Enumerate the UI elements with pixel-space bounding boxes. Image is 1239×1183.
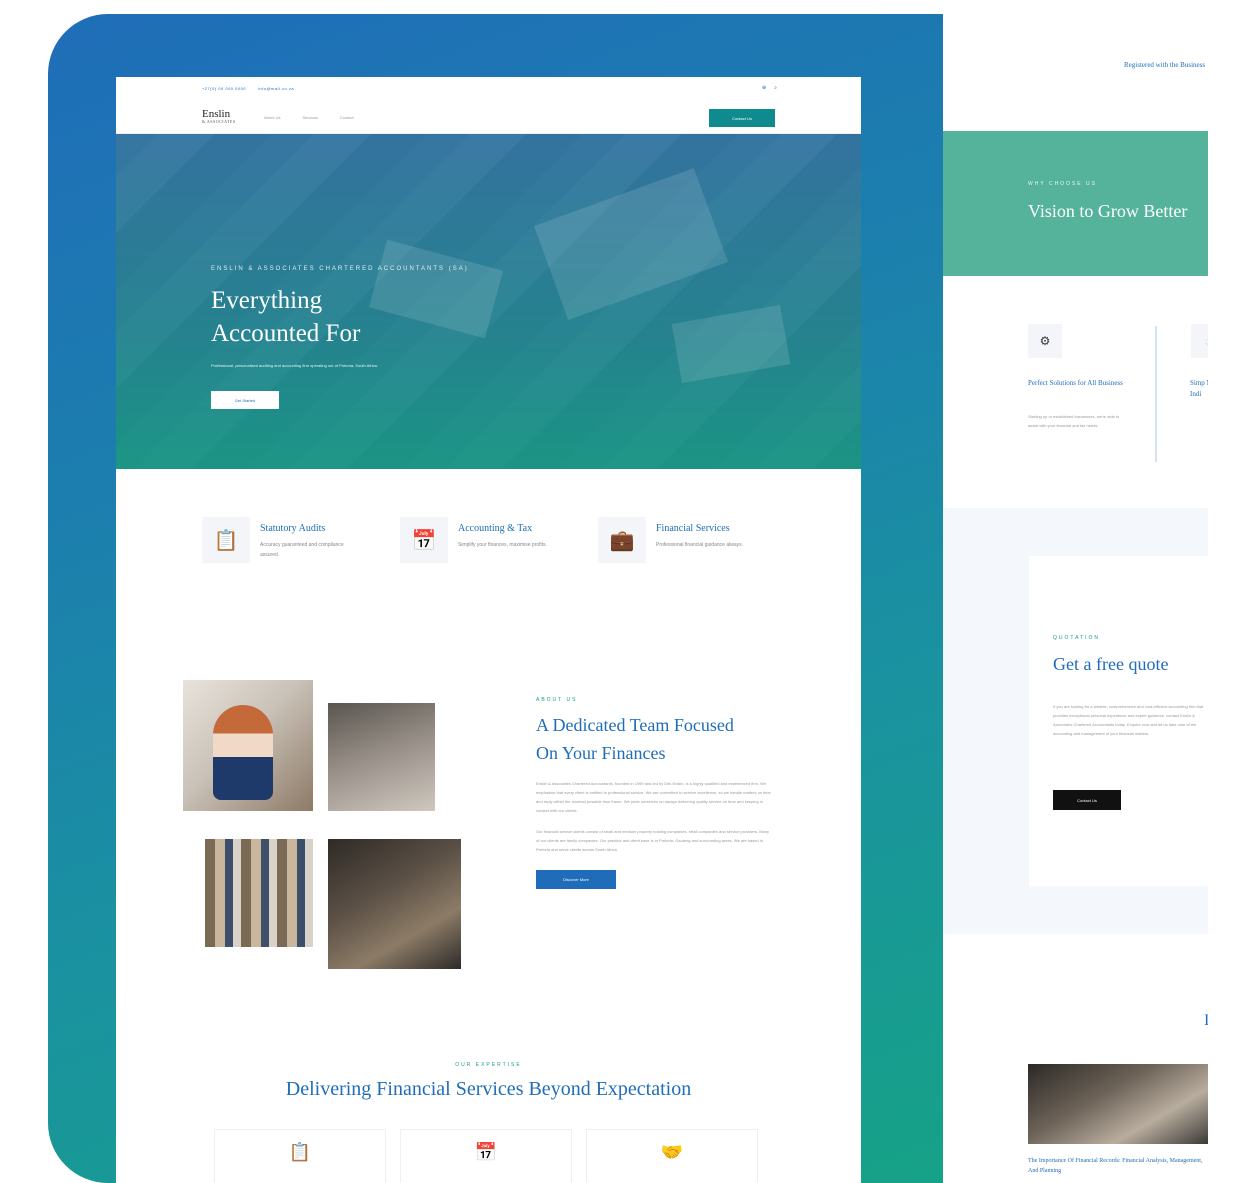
feature-desc: Simplify your finances, maximise profits… — [458, 542, 547, 548]
feature-item[interactable]: 📅 Accounting & Tax Simplify your finance… — [400, 517, 560, 563]
chart-icon: ◔ — [1191, 324, 1208, 358]
about-eyebrow: ABOUT US — [536, 697, 578, 703]
quote-contact-button[interactable]: Contact Us — [1053, 790, 1121, 810]
logo-sub: & ASSOCIATES — [202, 119, 236, 124]
briefcase-icon: 💼 — [598, 517, 646, 563]
blog-image[interactable] — [1028, 1064, 1208, 1144]
side-top: Registered with the Business — [943, 14, 1208, 131]
side-page-mockup: Registered with the Business WHY CHOOSE … — [943, 14, 1208, 1183]
about-paragraph-2: Our financial service clients consist of… — [536, 829, 769, 852]
quote-card: QUOTATION Get a free quote If you are lo… — [1029, 556, 1208, 886]
expertise-title: Delivering Financial Services Beyond Exp… — [285, 1078, 692, 1100]
why-feature-desc: Starting up or established businesses, w… — [1028, 414, 1120, 428]
blog-title[interactable]: The Importance Of Financial Records: Fin… — [1028, 1156, 1208, 1176]
expertise-card[interactable]: 📋 — [214, 1129, 386, 1183]
about-paragraph-1: Enslin & Associates Chartered Accountant… — [536, 781, 771, 813]
main-page-mockup: +27(0) 00 000 0000 info@mail.co.za ⊕ ⌕ E… — [116, 77, 861, 1183]
divider — [1155, 326, 1157, 462]
hero-subtitle: Professional, personalised auditing and … — [211, 363, 378, 368]
search-icon[interactable]: ⌕ — [774, 85, 777, 91]
discover-more-button[interactable]: Discover More — [536, 870, 616, 889]
email-link[interactable]: info@mail.co.za — [258, 86, 294, 91]
hero-title: Everything Accounted For — [211, 284, 360, 350]
photo-laptop-desk — [328, 839, 461, 969]
expertise-section: OUR EXPERTISE Delivering Financial Servi… — [116, 1062, 861, 1101]
util-links: +27(0) 00 000 0000 info@mail.co.za — [202, 86, 294, 91]
why-choose-band: WHY CHOOSE US Vision to Grow Better — [943, 131, 1208, 276]
feature-desc: Professional financial guidance always. — [656, 542, 743, 548]
calendar-icon: 📅 — [400, 517, 448, 563]
hero-section: ENSLIN & ASSOCIATES CHARTERED ACCOUNTANT… — [116, 134, 861, 469]
gear-icon: ⚙ — [1028, 324, 1062, 358]
blog-section: I The Importance Of Financial Records: F… — [943, 934, 1208, 1183]
main-nav: About Us Services Contact — [264, 115, 354, 120]
nav-item-services[interactable]: Services — [302, 115, 317, 120]
about-title: A Dedicated Team Focused On Your Finance… — [536, 711, 776, 767]
quote-desc: If you are looking for a reliable, compr… — [1053, 704, 1204, 736]
why-feature2-title: Simp Mat Indi — [1190, 379, 1208, 398]
why-features: ⚙ ◔ Perfect Solutions for All Business S… — [943, 276, 1208, 508]
get-started-button[interactable]: Get Started — [211, 391, 279, 409]
expertise-card[interactable]: 📅 — [400, 1129, 572, 1183]
hero-title-line1: Everything — [211, 287, 323, 314]
photo-team-meeting — [205, 839, 313, 947]
quote-title: Get a free quote — [1053, 654, 1169, 674]
expertise-cards: 📋 📅 🤝 — [214, 1129, 758, 1183]
feature-desc: Accuracy guaranteed and compliance assur… — [260, 542, 344, 558]
clipboard-icon: 📋 — [202, 517, 250, 563]
logo[interactable]: Enslin & ASSOCIATES — [202, 109, 236, 126]
contact-button[interactable]: Contact Us — [709, 109, 775, 127]
util-icons: ⊕ ⌕ — [762, 85, 777, 91]
why-title: Vision to Grow Better — [1028, 201, 1188, 221]
feature-item[interactable]: 📋 Statutory Audits Accuracy guaranteed a… — [202, 517, 362, 563]
feature-title: Accounting & Tax — [458, 523, 533, 534]
header: +27(0) 00 000 0000 info@mail.co.za ⊕ ⌕ E… — [116, 77, 861, 134]
globe-icon[interactable]: ⊕ — [762, 85, 766, 91]
about-title-line1: A Dedicated Team Focused — [536, 715, 734, 735]
why-eyebrow: WHY CHOOSE US — [1028, 181, 1097, 187]
photo-woman-glasses — [183, 680, 313, 811]
clipboard-icon: 📋 — [288, 1142, 312, 1162]
nav-item-contact[interactable]: Contact — [340, 115, 354, 120]
registered-text: Registered with the Business — [1124, 61, 1206, 69]
about-title-line2: On Your Finances — [536, 743, 666, 763]
phone-link[interactable]: +27(0) 00 000 0000 — [202, 86, 246, 91]
calendar-icon: 📅 — [474, 1142, 498, 1162]
hero-eyebrow: ENSLIN & ASSOCIATES CHARTERED ACCOUNTANT… — [211, 266, 469, 272]
showcase-frame: +27(0) 00 000 0000 info@mail.co.za ⊕ ⌕ E… — [48, 14, 1208, 1183]
feature-item[interactable]: 💼 Financial Services Professional financ… — [598, 517, 758, 563]
photo-office — [328, 703, 435, 811]
handshake-icon: 🤝 — [660, 1142, 684, 1162]
section-title-fragment: I — [1204, 1012, 1208, 1029]
nav-item-about[interactable]: About Us — [264, 115, 280, 120]
expertise-card[interactable]: 🤝 — [586, 1129, 758, 1183]
why-feature-title: Perfect Solutions for All Business — [1028, 379, 1123, 387]
feature-title: Financial Services — [656, 523, 730, 534]
quote-eyebrow: QUOTATION — [1053, 635, 1100, 641]
feature-title: Statutory Audits — [260, 523, 326, 534]
expertise-eyebrow: OUR EXPERTISE — [455, 1062, 522, 1068]
features-row: 📋 Statutory Audits Accuracy guaranteed a… — [202, 517, 758, 563]
about-section: ABOUT US A Dedicated Team Focused On You… — [536, 697, 776, 889]
hero-title-line2: Accounted For — [211, 320, 361, 347]
